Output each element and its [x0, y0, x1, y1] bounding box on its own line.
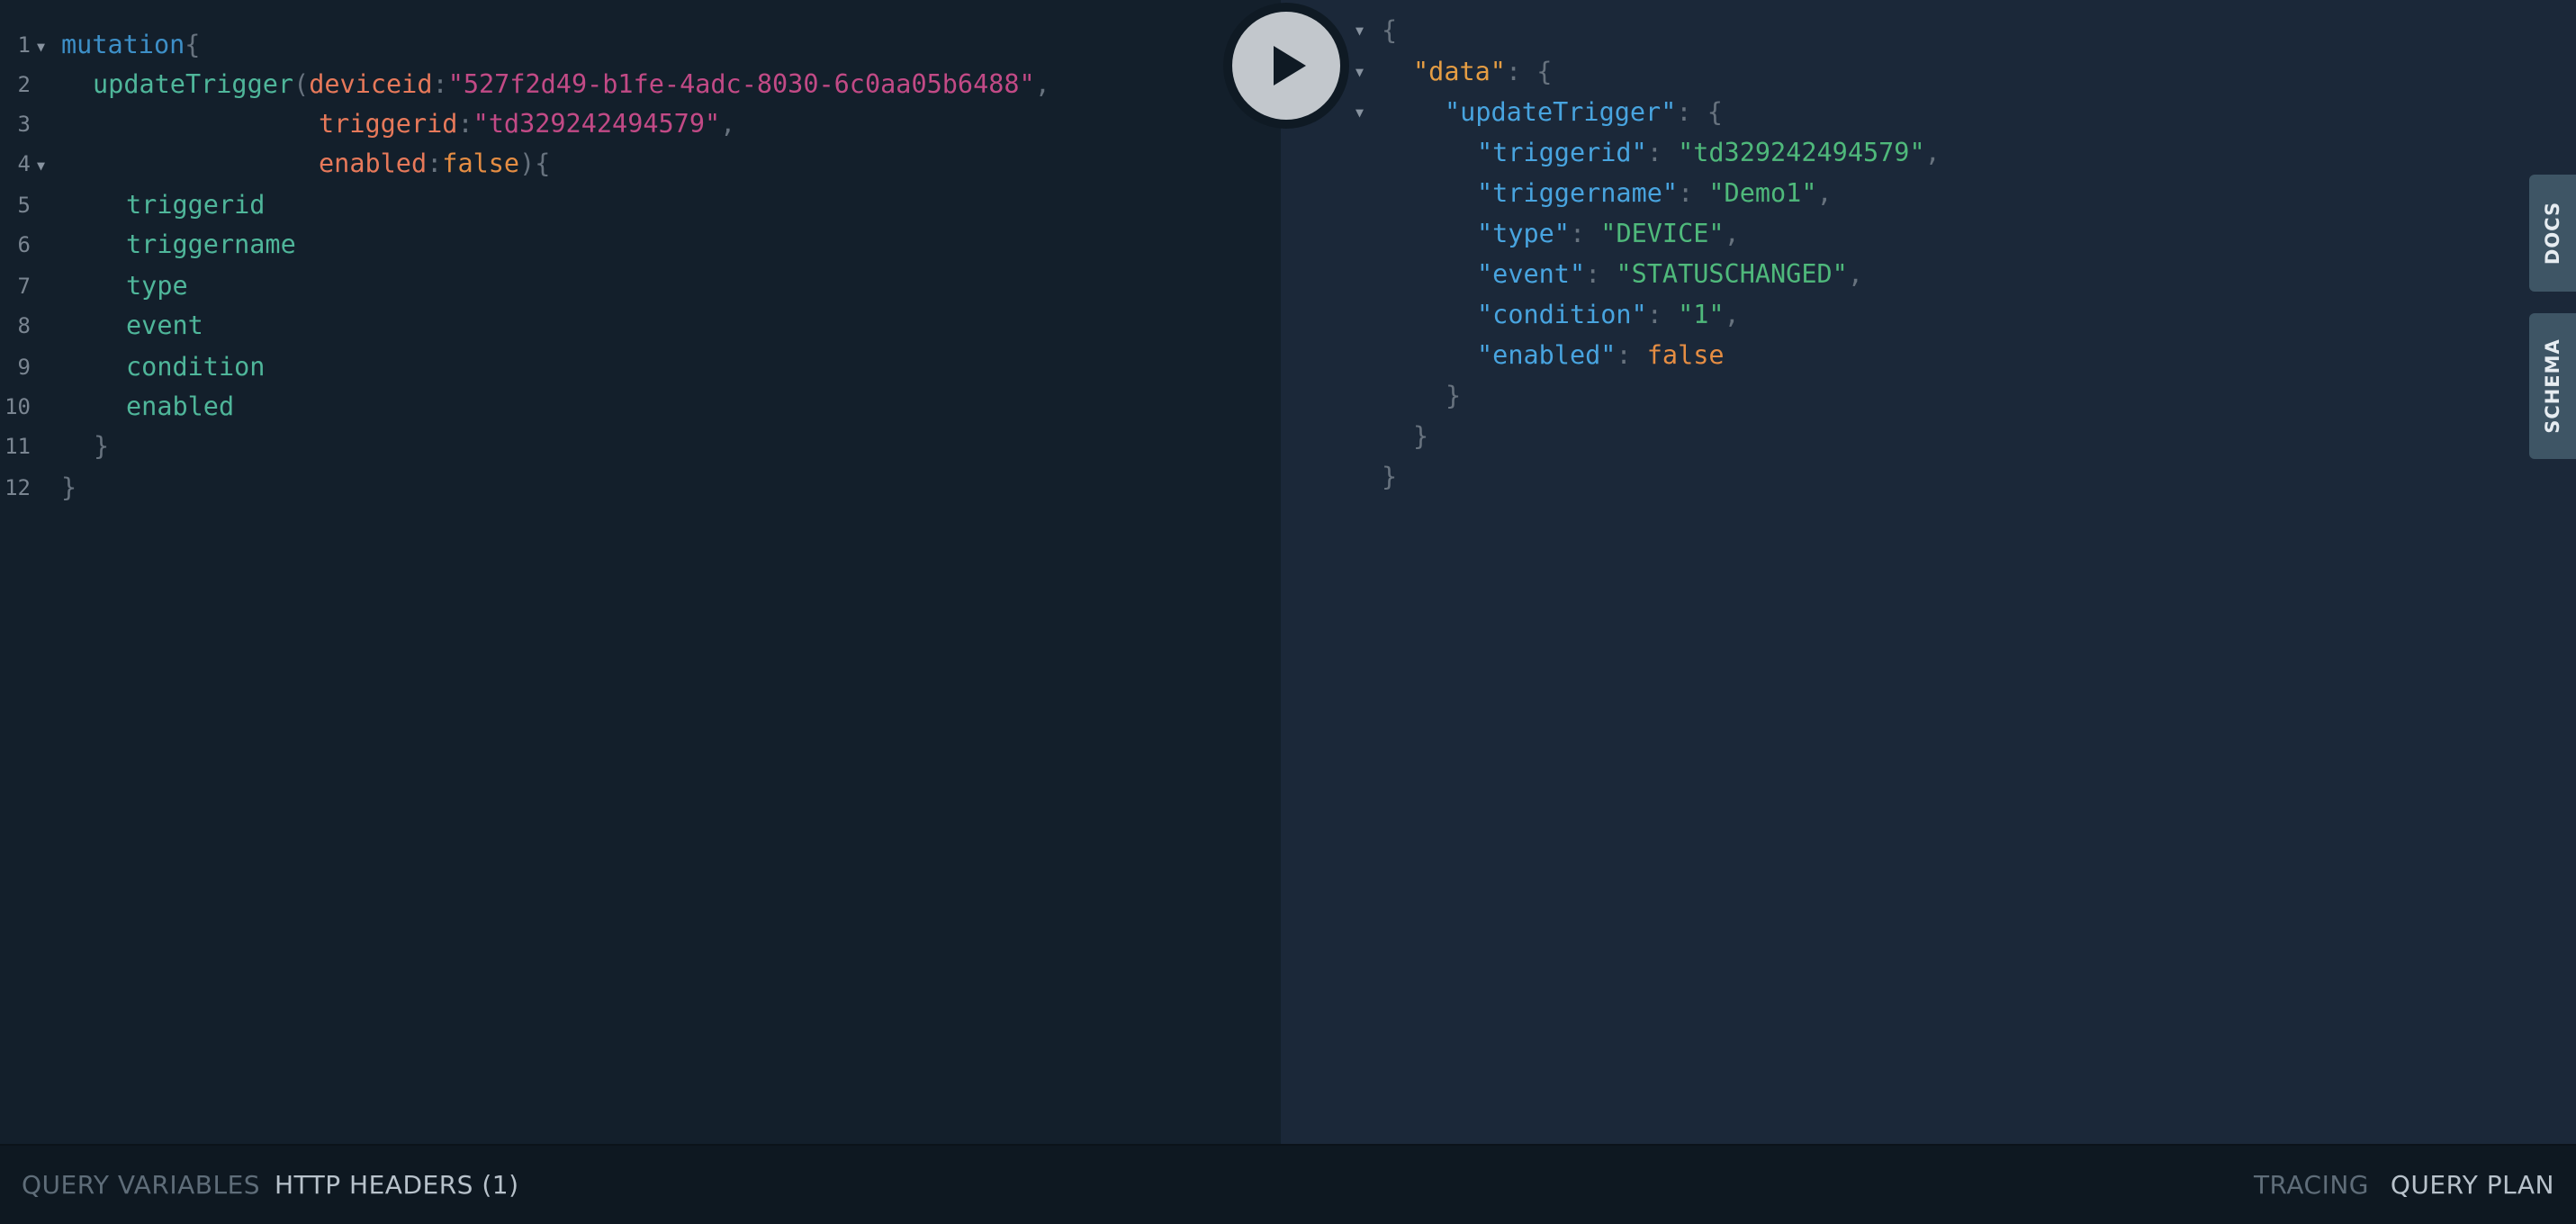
line-number: 1 [17, 32, 31, 58]
line-number: 3 [17, 112, 31, 137]
field-enabled: enabled [126, 392, 235, 421]
run-query-button[interactable] [1223, 3, 1349, 129]
line-number: 6 [17, 232, 31, 257]
json-data-key: "data" [1413, 57, 1506, 86]
json-brace: } [1382, 462, 1398, 491]
line-number: 7 [17, 274, 31, 299]
fold-arrow-icon[interactable]: ▼ [1356, 11, 1364, 50]
result-viewer: ▼ ▼ ▼ { "data": { "updateTrigger": { "tr… [1281, 0, 2576, 1144]
json-key: "triggerid" [1477, 138, 1647, 167]
tracing-tab[interactable]: TRACING [2254, 1146, 2369, 1224]
closing-brace: } [61, 472, 77, 502]
code-line: mutation{ [61, 30, 201, 59]
fold-arrow-icon[interactable]: ▼ [37, 27, 45, 67]
json-brace: { [1382, 15, 1398, 45]
json-updatetrigger-key: "updateTrigger" [1445, 97, 1677, 127]
bottom-bar: QUERY VARIABLES HTTP HEADERS (1) TRACING… [0, 1144, 2576, 1224]
http-headers-tab[interactable]: HTTP HEADERS (1) [275, 1146, 519, 1224]
arg-triggerid-value: "td329242494579" [473, 109, 721, 139]
field-condition: condition [126, 352, 266, 382]
fold-arrow-icon[interactable]: ▼ [1356, 52, 1364, 92]
json-value: "td329242494579" [1678, 138, 1925, 167]
json-entry: "enabled": false [1477, 340, 1725, 370]
code-line: triggerid:"td329242494579", [319, 109, 736, 139]
line-number: 12 [5, 475, 31, 500]
line-number: 10 [5, 394, 31, 419]
arg-enabled-value: false [442, 148, 520, 178]
json-key: "triggername" [1477, 178, 1679, 208]
field-triggername: triggername [126, 230, 296, 259]
line-number: 5 [17, 193, 31, 218]
json-value: "Demo1" [1708, 178, 1817, 208]
json-line: "updateTrigger": { [1445, 97, 1723, 127]
closing-brace: } [94, 431, 110, 461]
line-number: 11 [5, 434, 31, 459]
fold-arrow-icon[interactable]: ▼ [1356, 93, 1364, 132]
line-number: 9 [17, 355, 31, 380]
json-entry: "event": "STATUSCHANGED", [1477, 259, 1863, 289]
schema-tab-label: SCHEMA [2542, 338, 2564, 434]
json-key: "enabled" [1477, 340, 1617, 370]
arg-triggerid-name: triggerid [319, 109, 458, 139]
arg-deviceid-value: "527f2d49-b1fe-4adc-8030-6c0aa05b6488" [447, 69, 1035, 99]
json-value: false [1646, 340, 1725, 370]
code-line: updateTrigger(deviceid:"527f2d49-b1fe-4a… [93, 69, 1050, 99]
arg-deviceid-name: deviceid [309, 69, 433, 99]
json-entry: "type": "DEVICE", [1477, 219, 1740, 248]
json-line: "data": { [1413, 57, 1553, 86]
line-number: 8 [17, 313, 31, 338]
json-entry: "triggername": "Demo1", [1477, 178, 1833, 208]
fold-arrow-icon[interactable]: ▼ [37, 146, 45, 185]
json-value: "DEVICE" [1600, 219, 1725, 248]
field-triggerid: triggerid [126, 190, 266, 220]
query-variables-tab[interactable]: QUERY VARIABLES [22, 1146, 260, 1224]
json-brace: } [1446, 381, 1462, 410]
play-icon [1274, 46, 1306, 86]
keyword-mutation: mutation [61, 30, 185, 59]
json-entry: "condition": "1", [1477, 300, 1740, 329]
json-value: "1" [1678, 300, 1725, 329]
field-type: type [126, 271, 188, 301]
field-event: event [126, 310, 203, 340]
docs-tab-label: DOCS [2542, 201, 2563, 266]
json-brace: } [1413, 421, 1429, 451]
json-value: "STATUSCHANGED" [1616, 259, 1848, 289]
line-number: 2 [17, 72, 31, 97]
schema-tab[interactable]: SCHEMA [2529, 313, 2576, 459]
code-line: enabled:false){ [319, 148, 551, 178]
json-key: "event" [1477, 259, 1586, 289]
run-button-face [1232, 12, 1340, 120]
query-editor[interactable]: 1 2 3 4 5 6 7 8 9 10 11 12 ▼ ▼ mutation{… [0, 0, 1281, 1144]
line-number: 4 [17, 151, 31, 176]
query-plan-tab[interactable]: QUERY PLAN [2391, 1146, 2554, 1224]
docs-tab[interactable]: DOCS [2529, 175, 2576, 292]
json-key: "condition" [1477, 300, 1647, 329]
json-key: "type" [1477, 219, 1570, 248]
operation-name: updateTrigger [93, 69, 294, 99]
arg-enabled-name: enabled [319, 148, 428, 178]
json-entry: "triggerid": "td329242494579", [1477, 138, 1941, 167]
